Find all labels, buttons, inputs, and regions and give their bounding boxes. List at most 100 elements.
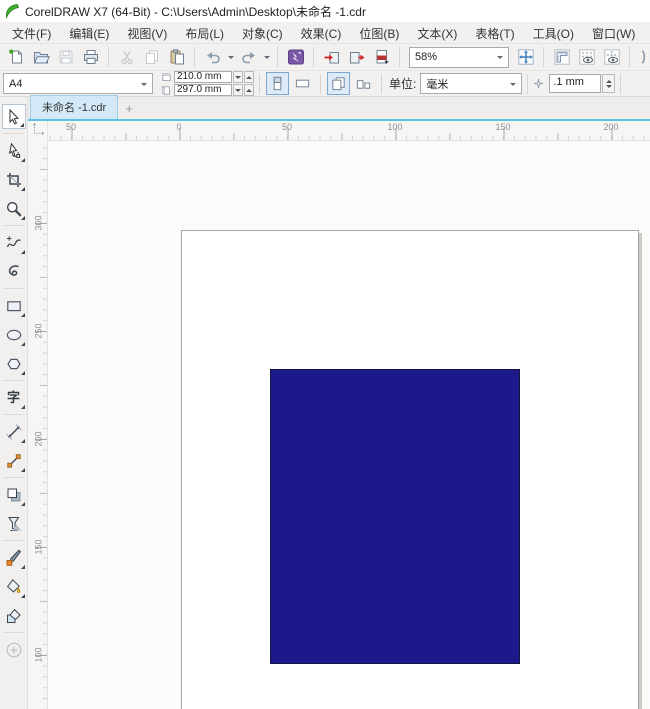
connector-tool[interactable] <box>2 448 26 473</box>
rulers-toggle-button[interactable] <box>549 46 574 69</box>
rectangle-tool-icon <box>5 297 23 315</box>
height-spin-down[interactable] <box>233 84 243 96</box>
clipped-button-button[interactable] <box>635 46 650 69</box>
units-label: 单位: <box>389 75 416 92</box>
new-tab-button[interactable]: + <box>118 101 140 119</box>
nudge-spinner[interactable] <box>602 74 615 93</box>
menu-item-view[interactable]: 视图(V) <box>118 22 176 43</box>
page-width-field[interactable]: 210.0 mm <box>174 71 232 83</box>
freehand-tool-icon <box>5 234 23 252</box>
export-button[interactable] <box>344 46 369 69</box>
interactive-fill-tool-icon <box>5 578 23 596</box>
text-tool[interactable]: 字 <box>2 385 26 410</box>
text-tool-icon: 字 <box>7 391 20 404</box>
width-spin-up[interactable] <box>244 71 254 83</box>
color-eyedropper-tool[interactable] <box>2 545 26 570</box>
pick-tool[interactable] <box>2 104 26 129</box>
undo-icon <box>204 48 222 66</box>
workspace: 字 未命名 -1.cdr + 50050100150200 3002502001… <box>0 97 650 709</box>
print-icon <box>82 48 100 66</box>
cut-button <box>114 46 139 69</box>
menu-item-effects[interactable]: 效果(C) <box>292 22 351 43</box>
menu-item-edit[interactable]: 编辑(E) <box>60 22 118 43</box>
drawn-rectangle[interactable] <box>270 369 520 664</box>
undo-dropdown-button[interactable] <box>225 46 236 69</box>
window-title: CorelDRAW X7 (64-Bit) - C:\Users\Admin\D… <box>25 3 366 20</box>
drawing-canvas[interactable] <box>48 141 650 709</box>
guidelines-toggle-button[interactable] <box>599 46 624 69</box>
rectangle-tool[interactable] <box>2 293 26 318</box>
app-launcher-icon <box>287 48 305 66</box>
redo-button[interactable] <box>236 46 261 69</box>
save-icon <box>57 48 75 66</box>
app-launcher-button[interactable] <box>283 46 308 69</box>
chevron-down-icon <box>228 56 234 62</box>
menu-item-text[interactable]: 文本(X) <box>408 22 466 43</box>
import-icon <box>323 48 341 66</box>
guidelines-toggle-icon <box>603 48 621 66</box>
ruler-origin-button[interactable] <box>28 121 48 141</box>
h-ruler-label: 200 <box>603 122 618 132</box>
vertical-ruler[interactable]: 300250200150100 <box>28 141 48 709</box>
new-document-icon <box>7 48 25 66</box>
interactive-fill-tool[interactable] <box>2 574 26 599</box>
menu-item-table[interactable]: 表格(T) <box>466 22 523 43</box>
menu-item-window[interactable]: 窗口(W) <box>583 22 644 43</box>
drop-shadow-tool[interactable] <box>2 482 26 507</box>
redo-dropdown-button[interactable] <box>261 46 272 69</box>
menu-item-bitmaps[interactable]: 位图(B) <box>350 22 408 43</box>
add-tools-button <box>2 637 26 662</box>
menu-item-object[interactable]: 对象(C) <box>233 22 292 43</box>
ellipse-tool-icon <box>5 326 23 344</box>
parallel-dimension-tool[interactable] <box>2 419 26 444</box>
shape-tool[interactable] <box>2 138 26 163</box>
grid-toggle-button[interactable] <box>574 46 599 69</box>
page-size-value: A4 <box>9 78 22 90</box>
toolbar-separator <box>194 47 195 67</box>
landscape-button[interactable] <box>291 72 314 95</box>
toolbar-separator <box>277 47 278 67</box>
menu-item-file[interactable]: 文件(F) <box>3 22 60 43</box>
publish-pdf-button[interactable] <box>369 46 394 69</box>
portrait-button[interactable] <box>266 72 289 95</box>
print-button[interactable] <box>78 46 103 69</box>
units-combo[interactable]: 毫米 <box>420 73 522 94</box>
toolbox-separator <box>4 225 24 226</box>
open-folder-button[interactable] <box>28 46 53 69</box>
width-spin-down[interactable] <box>233 71 243 83</box>
page-size-combo[interactable]: A4 <box>3 73 153 94</box>
artistic-media-tool-icon <box>5 263 23 281</box>
v-ruler-label: 100 <box>34 647 44 662</box>
clipped-button-icon <box>639 48 650 66</box>
crop-tool[interactable] <box>2 167 26 192</box>
artistic-media-tool[interactable] <box>2 259 26 284</box>
menu-item-help[interactable]: 帮助(H) <box>644 22 650 43</box>
zoom-tool[interactable] <box>2 196 26 221</box>
smart-fill-tool[interactable] <box>2 603 26 628</box>
fit-page-button[interactable] <box>513 46 538 69</box>
undo-button[interactable] <box>200 46 225 69</box>
new-document-button[interactable] <box>3 46 28 69</box>
transparency-tool[interactable] <box>2 511 26 536</box>
paste-button[interactable] <box>164 46 189 69</box>
menu-item-tools[interactable]: 工具(O) <box>524 22 583 43</box>
freehand-tool[interactable] <box>2 230 26 255</box>
rulers-toggle-icon <box>553 48 571 66</box>
page-height-field[interactable]: 297.0 mm <box>174 84 232 96</box>
current-page-button[interactable] <box>352 72 375 95</box>
all-pages-button[interactable] <box>327 72 350 95</box>
coreldraw-logo-icon <box>4 3 20 19</box>
document-tab[interactable]: 未命名 -1.cdr <box>30 95 118 119</box>
import-button[interactable] <box>319 46 344 69</box>
ellipse-tool[interactable] <box>2 322 26 347</box>
menu-item-layout[interactable]: 布局(L) <box>176 22 233 43</box>
parallel-dimension-tool-icon <box>5 423 23 441</box>
nudge-offset-field[interactable]: .1 mm <box>549 74 601 93</box>
zoom-level-combo[interactable]: 58% <box>409 47 509 68</box>
height-spin-up[interactable] <box>244 84 254 96</box>
ruler-origin-icon <box>31 122 45 141</box>
h-ruler-label: 0 <box>176 122 181 132</box>
horizontal-ruler[interactable]: 50050100150200 <box>48 121 650 141</box>
polygon-tool[interactable] <box>2 351 26 376</box>
v-ruler-label: 200 <box>34 431 44 446</box>
